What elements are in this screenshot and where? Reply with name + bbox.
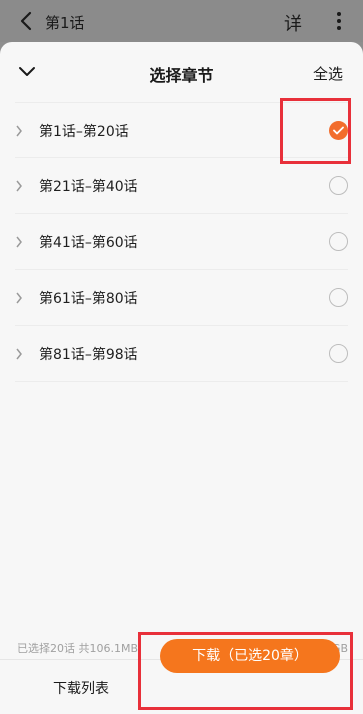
highlight-box-download [138,632,353,710]
chevron-right-icon[interactable] [15,236,23,248]
page-title: 第1话 [45,14,85,32]
sheet-title: 选择章节 [149,66,214,85]
select-all-button[interactable]: 全选 [313,63,343,84]
unchecked-circle-icon[interactable] [329,232,348,251]
chevron-right-icon[interactable] [15,180,23,192]
highlight-box-checkbox [280,98,351,164]
chapter-range-label: 第41话–第60话 [39,235,138,251]
chevron-left-icon[interactable] [18,11,36,31]
chapter-range-row[interactable]: 第81话–第98话 [15,326,348,382]
chevron-right-icon[interactable] [15,125,23,137]
chapter-range-label: 第81话–第98话 [39,347,138,363]
sheet-header: 选择章节 全选 [0,42,363,102]
chevron-right-icon[interactable] [15,292,23,304]
download-list-button[interactable]: 下载列表 [53,678,109,698]
top-bar: 第1话 详 [0,0,363,42]
unchecked-circle-icon[interactable] [329,288,348,307]
chapter-range-row[interactable]: 第61话–第80话 [15,270,348,326]
more-vertical-icon[interactable] [336,12,342,30]
chapter-range-label: 第1话–第20话 [39,124,129,140]
chapter-range-label: 第21话–第40话 [39,179,138,195]
unchecked-circle-icon[interactable] [329,176,348,195]
chapter-range-label: 第61话–第80话 [39,291,138,307]
chapter-range-row[interactable]: 第41话–第60话 [15,214,348,270]
selected-size-text: 已选择20话 共106.1MB [17,642,139,655]
chapter-range-row[interactable]: 第21话–第40话 [15,158,348,214]
detail-button[interactable]: 详 [284,10,302,36]
chevron-right-icon[interactable] [15,348,23,360]
unchecked-circle-icon[interactable] [329,344,348,363]
